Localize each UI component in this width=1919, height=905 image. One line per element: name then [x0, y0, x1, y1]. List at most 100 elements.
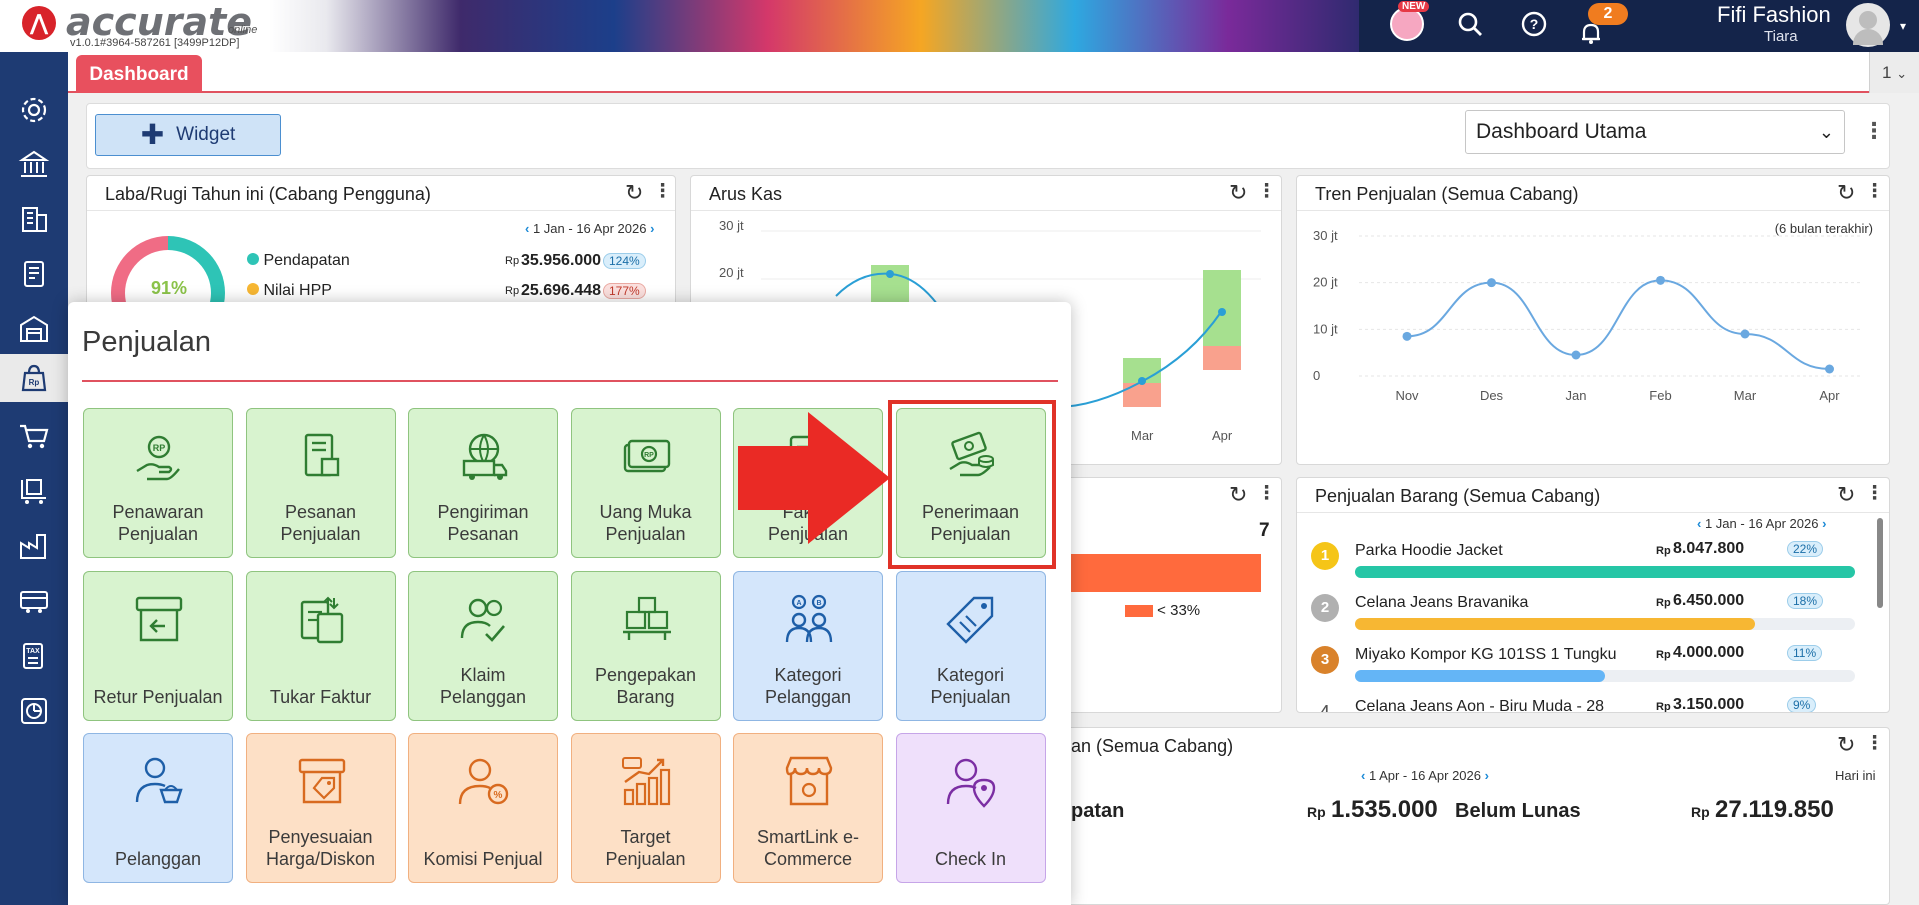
menu-tile[interactable]: RP Uang Muka Penjualan: [570, 408, 721, 558]
warehouse-icon[interactable]: [0, 302, 68, 356]
ecommerce-store-icon: [785, 756, 833, 806]
tab-count: 1: [1882, 63, 1892, 82]
tile-label-line2: Harga/Diskon: [265, 849, 376, 869]
chevron-down-icon[interactable]: ▾: [1900, 19, 1906, 33]
sales-trend-chart: 30 jt 20 jt 10 jt 0 Nov Des Jan Feb Mar Apr: [1313, 228, 1863, 403]
toolbar-menu-icon[interactable]: ⋮: [1863, 118, 1885, 144]
mascot-icon[interactable]: [1390, 7, 1424, 41]
settings-gear-icon[interactable]: [0, 83, 68, 137]
tile-label-line2: Retur Penjualan: [93, 686, 223, 707]
trend-point: [1487, 278, 1496, 288]
prev-range-icon[interactable]: ‹: [1697, 516, 1701, 531]
card-menu-icon[interactable]: ⋮: [1257, 482, 1276, 505]
menu-tile[interactable]: SmartLink e- Commerce: [733, 733, 883, 883]
menu-tile[interactable]: Pelanggan: [83, 733, 233, 883]
menu-tile[interactable]: Kategori Penjualan: [895, 570, 1046, 721]
tile-label-line2: Pesanan: [447, 524, 519, 544]
bank-icon[interactable]: [0, 137, 68, 191]
menu-tile[interactable]: Penyesuaian Harga/Diskon: [245, 733, 396, 883]
tile-label: Kategori Penjualan: [901, 664, 1041, 708]
card-menu-icon[interactable]: ⋮: [1865, 732, 1884, 755]
card-menu-icon[interactable]: ⋮: [653, 180, 672, 203]
refresh-icon[interactable]: ↻: [1229, 482, 1247, 508]
x-tick: Feb: [1649, 388, 1671, 403]
y-tick: 10 jt: [1313, 321, 1338, 336]
logo-sub: online: [228, 24, 258, 36]
svg-text:A: A: [796, 600, 801, 607]
product-value: 8.047.800: [1673, 540, 1745, 557]
tile-label-line2: Penjualan: [605, 849, 686, 869]
next-range-icon[interactable]: ›: [1822, 516, 1826, 531]
building-icon[interactable]: [0, 192, 68, 246]
packing-icon: [622, 596, 671, 640]
truck-list-icon[interactable]: [0, 574, 68, 628]
tile-label: Retur Penjualan: [88, 686, 228, 708]
factory-icon[interactable]: [0, 519, 68, 573]
progress-fill: [1355, 670, 1605, 682]
menu-tile[interactable]: Pengiriman Pesanan: [408, 408, 558, 558]
svg-text:RP: RP: [644, 452, 654, 459]
help-icon[interactable]: ?: [1519, 11, 1549, 41]
svg-text:B: B: [816, 600, 821, 607]
refresh-icon[interactable]: ↻: [1229, 180, 1247, 206]
card-title: Penjualan Barang (Semua Cabang): [1315, 486, 1601, 506]
menu-tile[interactable]: Klaim Pelanggan: [408, 570, 558, 721]
avatar[interactable]: [1846, 3, 1890, 47]
product-pct: 22%: [1787, 541, 1824, 557]
left-value: 1.535.000: [1331, 796, 1438, 823]
product-pct: 9%: [1787, 697, 1817, 712]
tile-label: Penyesuaian Harga/Diskon: [251, 826, 391, 870]
y-tick: 30 jt: [1313, 228, 1338, 243]
list-item: 4 Celana Jeans Aon - Biru Muda - 28 Rp 3.15…: [1311, 696, 1871, 713]
cart-icon[interactable]: [0, 409, 68, 463]
logo-area: ⋀ accurate online v1.0.1#3964-587261 [34…: [0, 0, 270, 52]
add-widget-button[interactable]: ✚ Widget: [95, 114, 281, 156]
product-name: Celana Jeans Bravanika: [1355, 594, 1529, 611]
search-icon[interactable]: [1455, 11, 1485, 41]
prev-range-icon[interactable]: ‹: [1361, 768, 1365, 783]
next-range-icon[interactable]: ›: [1485, 768, 1489, 783]
sales-bag-icon[interactable]: Rp: [0, 354, 68, 402]
product-name: Miyako Kompor KG 101SS 1 Tungku: [1355, 646, 1617, 663]
popup-title: Penjualan: [82, 326, 211, 358]
tax-document-icon[interactable]: TAX: [0, 629, 68, 683]
refresh-icon[interactable]: ↻: [625, 180, 643, 206]
ledger-book-icon[interactable]: [0, 247, 68, 301]
card-menu-icon[interactable]: ⋮: [1865, 482, 1884, 505]
progress-track: [1355, 618, 1855, 630]
menu-tile[interactable]: Pesanan Penjualan: [245, 408, 396, 558]
report-chart-icon[interactable]: [0, 684, 68, 738]
date-range: ‹ 1 Jan - 16 Apr 2026 ›: [525, 221, 655, 236]
product-value: 3.150.000: [1673, 696, 1745, 713]
menu-tile[interactable]: Pengepakan Barang: [570, 570, 721, 721]
date-range: ‹ 1 Jan - 16 Apr 2026 ›: [1697, 516, 1827, 531]
dashboard-select[interactable]: Dashboard Utama ⌄: [1465, 110, 1845, 154]
prev-range-icon[interactable]: ‹: [525, 221, 529, 236]
inventory-cart-icon[interactable]: [0, 464, 68, 518]
price-adjustment-icon: [298, 758, 345, 804]
scrollbar[interactable]: [1877, 518, 1883, 608]
tile-label-line1: Target: [620, 827, 671, 847]
invoice-exchange-icon: [300, 596, 343, 643]
menu-tile[interactable]: Check In: [895, 733, 1046, 883]
svg-text:Rp: Rp: [29, 378, 40, 387]
menu-tile[interactable]: Target Penjualan: [570, 733, 721, 883]
tab-count-dropdown[interactable]: 1 ⌄: [1869, 52, 1919, 93]
sales-return-icon: [135, 596, 183, 641]
refresh-icon[interactable]: ↻: [1837, 482, 1855, 508]
menu-tile[interactable]: Tukar Faktur: [245, 570, 396, 721]
menu-tile[interactable]: RP Penawaran Penjualan: [83, 408, 233, 558]
refresh-icon[interactable]: ↻: [1837, 732, 1855, 758]
sidebar: Rp TAX: [0, 52, 68, 905]
menu-tile[interactable]: Retur Penjualan: [83, 570, 233, 721]
menu-tile[interactable]: % Komisi Penjual: [408, 733, 558, 883]
menu-tile[interactable]: A B Kategori Pelanggan: [733, 570, 883, 721]
tile-label: Komisi Penjual: [413, 848, 553, 870]
user-name[interactable]: Tiara: [1764, 28, 1798, 45]
next-range-icon[interactable]: ›: [650, 221, 654, 236]
card-menu-icon[interactable]: ⋮: [1257, 180, 1276, 203]
company-name[interactable]: Fifi Fashion: [1717, 2, 1831, 28]
tab-dashboard[interactable]: Dashboard: [76, 55, 202, 93]
list-item: 3 Miyako Kompor KG 101SS 1 Tungku Rp 4.000.…: [1311, 644, 1871, 690]
svg-text:%: %: [494, 790, 503, 801]
